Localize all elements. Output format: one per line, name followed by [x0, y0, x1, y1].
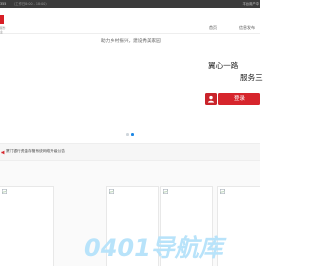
- carousel-dot-active[interactable]: [131, 133, 134, 136]
- nav-item-news[interactable]: 信息发布: [239, 25, 255, 31]
- hotline-number: 355: [0, 2, 7, 6]
- service-hours: （工作日8:00 - 18:00）: [12, 2, 49, 6]
- login-button[interactable]: 登录: [218, 93, 260, 105]
- broken-image-icon: [163, 189, 168, 194]
- user-icon[interactable]: [205, 93, 217, 105]
- hero-title-line2: 服务三: [240, 73, 263, 82]
- broken-image-icon: [220, 189, 225, 194]
- watermark-logo: 0401导航库: [84, 234, 227, 260]
- logo-icon[interactable]: [0, 15, 4, 24]
- watermark-text: 0401导航库: [84, 234, 227, 260]
- top-utility-bar: 355 （工作日8:00 - 18:00） 平台用户中: [0, 0, 260, 8]
- hero-title-line1: 翼心一路: [208, 61, 239, 70]
- hero-banner: 助力乡村振兴，建设秀美家园 翼心一路 服务三 登录: [0, 34, 263, 142]
- user-center-link[interactable]: 平台用户中: [243, 0, 259, 8]
- site-header: 服务 业 首页 信息发布: [0, 8, 260, 34]
- broken-image-icon: [2, 189, 7, 194]
- notice-bar: 厦门银行资金存管系统网络升级公告: [0, 143, 260, 161]
- carousel-dots: [126, 133, 138, 137]
- nav-item-home[interactable]: 首页: [209, 25, 217, 31]
- login-group: 登录: [205, 93, 260, 105]
- carousel-dot[interactable]: [126, 133, 129, 136]
- broken-image-icon: [109, 189, 114, 194]
- image-card[interactable]: [0, 186, 54, 266]
- notice-link[interactable]: 厦门银行资金存管系统网络升级公告: [6, 149, 65, 154]
- banner-slogan: 助力乡村振兴，建设秀美家园: [101, 39, 161, 44]
